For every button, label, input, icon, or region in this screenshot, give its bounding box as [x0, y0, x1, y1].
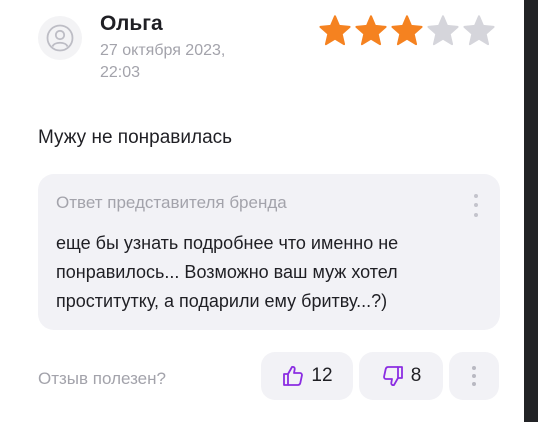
thumbs-up-icon: [283, 365, 304, 386]
review-date-line1: 27 октября 2023,: [100, 42, 226, 59]
star-empty-icon: [463, 15, 495, 46]
rating-stars: [318, 14, 496, 48]
thumbs-down-icon: [382, 366, 403, 387]
review-text: Мужу не понравилась: [38, 127, 233, 148]
star-empty-icon: [427, 15, 459, 46]
reply-more-icon[interactable]: [468, 188, 484, 222]
like-button[interactable]: 12: [261, 352, 353, 400]
brand-reply-card: Ответ представителя бренда еще бы узнать…: [38, 174, 500, 330]
star-filled-icon: [319, 15, 351, 46]
user-avatar-icon: [38, 16, 82, 60]
star-filled-icon: [391, 15, 423, 46]
review-date: 27 октября 2023, 22:03: [100, 40, 260, 84]
brand-reply-title: Ответ представителя бренда: [56, 193, 287, 212]
review-author: Ольга: [100, 12, 163, 35]
dislike-count: 8: [410, 365, 422, 386]
like-count: 12: [311, 365, 333, 386]
brand-reply-text: еще бы узнать подробнее что именно не по…: [56, 233, 399, 311]
review-date-line2: 22:03: [100, 64, 141, 81]
right-edge-strip: [524, 0, 538, 422]
dislike-button[interactable]: 8: [359, 352, 443, 400]
star-filled-icon: [355, 15, 387, 46]
helpful-label: Отзыв полезен?: [38, 369, 166, 388]
vote-more-icon[interactable]: [449, 352, 499, 400]
